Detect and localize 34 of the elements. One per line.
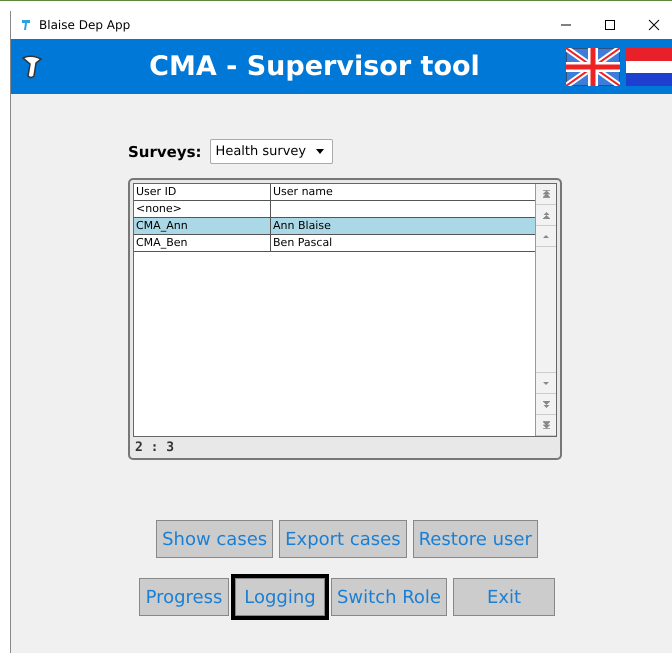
surveys-label: Surveys:	[128, 142, 202, 160]
action-button[interactable]: Switch Role	[330, 578, 448, 616]
action-button[interactable]: Show cases	[156, 520, 274, 558]
column-header[interactable]: User name	[271, 184, 535, 200]
surveys-dropdown[interactable]: Health survey	[210, 139, 334, 164]
table-row[interactable]: CMA_Ann Ann Blaise	[134, 218, 535, 235]
scroll-up-icon[interactable]	[543, 234, 549, 238]
scroll-down-icon[interactable]	[543, 382, 549, 384]
scroll-page-down-icon[interactable]	[542, 400, 550, 408]
table-row[interactable]: CMA_Ben Ben Pascal	[134, 235, 535, 252]
app-icon	[21, 19, 31, 31]
header-title: CMA - Supervisor tool	[148, 51, 481, 82]
action-button[interactable]: Restore user	[412, 520, 538, 558]
scroll-bar[interactable]	[535, 184, 556, 436]
record-counter: 2 : 3	[134, 439, 176, 455]
scroll-page-up-icon[interactable]	[542, 212, 550, 218]
netherlands-flag-icon[interactable]	[626, 48, 672, 86]
caret-icon	[316, 149, 324, 154]
maximize-icon[interactable]	[604, 19, 616, 31]
table-cell-text: Ann Blaise	[272, 218, 332, 234]
table-cell: CMA_Ben	[134, 235, 271, 251]
close-icon[interactable]	[648, 19, 660, 31]
table-cell: <none>	[134, 201, 271, 217]
window-title: Blaise Dep App	[39, 18, 130, 32]
action-button[interactable]: Progress	[138, 578, 229, 616]
action-button[interactable]: Exit	[453, 578, 556, 616]
action-button[interactable]: Export cases	[279, 520, 407, 558]
table-cell-text: Ben Pascal	[272, 235, 334, 251]
scroll-first-icon[interactable]	[542, 190, 550, 198]
table-cell: CMA_Ann	[134, 218, 271, 234]
scroll-last-icon[interactable]	[542, 421, 550, 429]
column-header[interactable]: User ID	[134, 184, 271, 200]
logo-icon	[21, 54, 43, 80]
uk-flag-icon[interactable]	[566, 48, 620, 86]
